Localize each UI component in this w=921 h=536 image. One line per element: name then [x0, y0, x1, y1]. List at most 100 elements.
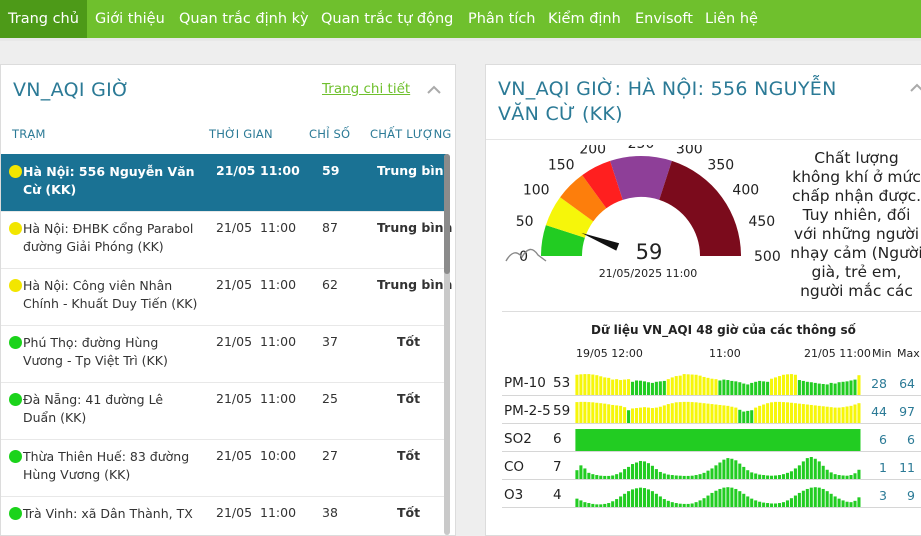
- param-bar: [627, 491, 631, 507]
- param-bar: [694, 402, 698, 423]
- table-row[interactable]: Hà Nội: 556 Nguyễn Văn Cừ (KK) 21/05 11:00…: [1, 154, 452, 212]
- param-bar: [654, 407, 658, 423]
- param-bar: [575, 498, 579, 507]
- param-bar: [785, 500, 789, 507]
- param-bar: [785, 472, 789, 479]
- param-bar: [714, 379, 718, 395]
- col-index[interactable]: CHỈ SỐ: [309, 127, 350, 141]
- chevron-up-icon[interactable]: [910, 81, 921, 95]
- col-station[interactable]: TRẠM: [12, 127, 46, 141]
- param-bar: [777, 503, 782, 507]
- param-bar: [742, 411, 746, 423]
- aqi-gauge: 0501001502002503003504004505005921/05/20…: [505, 145, 781, 280]
- gauge-tick-label: 200: [579, 145, 606, 158]
- param-bar: [770, 378, 774, 395]
- param-bar: [841, 381, 845, 395]
- table-row[interactable]: Phú Thọ: đường Hùng Vương - Tp Việt Trì …: [1, 325, 448, 383]
- station-name: Hà Nội: Công viên Nhân Chính - Khuất Duy…: [23, 278, 198, 311]
- param-min: 6: [879, 432, 887, 447]
- param-bar: [770, 402, 774, 423]
- param-bar: [774, 401, 778, 423]
- nav-contact[interactable]: Liên hệ: [705, 0, 758, 38]
- table-row[interactable]: Thừa Thiên Huế: 83 đường Hùng Vương (KK)…: [1, 439, 448, 497]
- scrollbar-thumb[interactable]: [444, 154, 450, 274]
- param-bar: [777, 376, 782, 395]
- param-bar: [746, 410, 750, 423]
- col-quality[interactable]: CHẤT LƯỢNG: [370, 127, 452, 141]
- param-bar: [638, 407, 643, 423]
- row-date: 21/05: [216, 334, 253, 349]
- param-bar: [734, 407, 738, 423]
- param-bar: [587, 503, 591, 507]
- param-bar: [754, 500, 758, 507]
- param-bar: [793, 468, 797, 479]
- col-time[interactable]: THỜI GIAN: [209, 127, 273, 141]
- gauge-value: 59: [636, 240, 663, 264]
- param-bar: [766, 381, 770, 395]
- param-bar: [793, 495, 797, 507]
- table-row[interactable]: Đà Nẵng: 41 đường Lê Duẩn (KK) 21/05 11:00…: [1, 382, 448, 440]
- status-dot: [9, 336, 22, 349]
- param-bar: [714, 490, 718, 507]
- param-bar: [781, 402, 786, 423]
- param-bar: [770, 475, 774, 479]
- param-min: 28: [871, 376, 887, 391]
- param-bar: [575, 402, 579, 423]
- param-bar: [781, 474, 786, 479]
- param-bar: [793, 374, 797, 395]
- param-bar: [702, 376, 706, 395]
- row-hour: 11:00: [260, 277, 297, 292]
- param-bar: [666, 474, 670, 479]
- nav-about[interactable]: Giới thiệu: [95, 0, 165, 38]
- param-bar: [595, 375, 599, 395]
- param-name: PM-2-5: [504, 403, 551, 419]
- param-bar: [666, 404, 670, 423]
- param-bar: [706, 495, 710, 507]
- nav-home[interactable]: Trang chủ: [0, 0, 87, 38]
- nav-periodic-monitoring[interactable]: Quan trắc định kỳ: [179, 0, 309, 38]
- param-bar: [603, 503, 607, 507]
- param-bar: [833, 383, 837, 395]
- time-label-end: 21/05 11:00: [804, 347, 871, 360]
- param-bar: [781, 374, 786, 395]
- param-bar: [674, 402, 678, 423]
- param-bar: [813, 458, 817, 479]
- table-row[interactable]: Hà Nội: Công viên Nhân Chính - Khuất Duy…: [1, 268, 452, 326]
- nav-inspection[interactable]: Kiểm định: [548, 0, 621, 38]
- param-bar: [575, 470, 579, 479]
- param-bar: [849, 502, 853, 507]
- param-bar: [603, 403, 607, 423]
- param-bar: [583, 401, 587, 423]
- param-bar: [857, 403, 861, 423]
- param-bar: [627, 379, 631, 395]
- param-bar: [754, 473, 758, 479]
- row-divider: [502, 395, 921, 396]
- param-bar: [837, 475, 841, 479]
- status-dot: [9, 279, 22, 292]
- param-bar: [623, 407, 627, 423]
- param-bar: [845, 381, 849, 395]
- param-bar: [777, 475, 782, 479]
- param-bar: [662, 473, 666, 479]
- param-bar: [857, 497, 861, 507]
- station-name: Trà Vinh: xã Dân Thành, TX: [23, 506, 193, 521]
- table-row[interactable]: Hà Nội: ĐHBK cổng Parabol đường Giải Phó…: [1, 211, 452, 269]
- param-bar: [746, 496, 750, 507]
- param-bar: [837, 498, 841, 507]
- param-bar: [845, 406, 849, 423]
- param-bar: [710, 468, 714, 479]
- time-label-start: 19/05 12:00: [576, 347, 643, 360]
- param-max: 64: [899, 376, 915, 391]
- param-bar: [813, 382, 817, 395]
- table-row[interactable]: Trà Vinh: xã Dân Thành, TX 21/05 11:00 38 Tố…: [1, 496, 448, 535]
- param-bar: [658, 471, 662, 479]
- row-date: 21/05: [216, 163, 256, 178]
- nav-analysis[interactable]: Phân tích: [468, 0, 536, 38]
- nav-envisoft[interactable]: Envisoft: [635, 0, 693, 38]
- nav-auto-monitoring[interactable]: Quan trắc tự động: [321, 0, 453, 38]
- detail-link[interactable]: Trang chi tiết: [322, 81, 410, 97]
- chevron-up-icon[interactable]: [427, 83, 441, 97]
- param-bar: [698, 402, 702, 423]
- param-bar: [634, 488, 639, 507]
- param-bar: [615, 474, 619, 479]
